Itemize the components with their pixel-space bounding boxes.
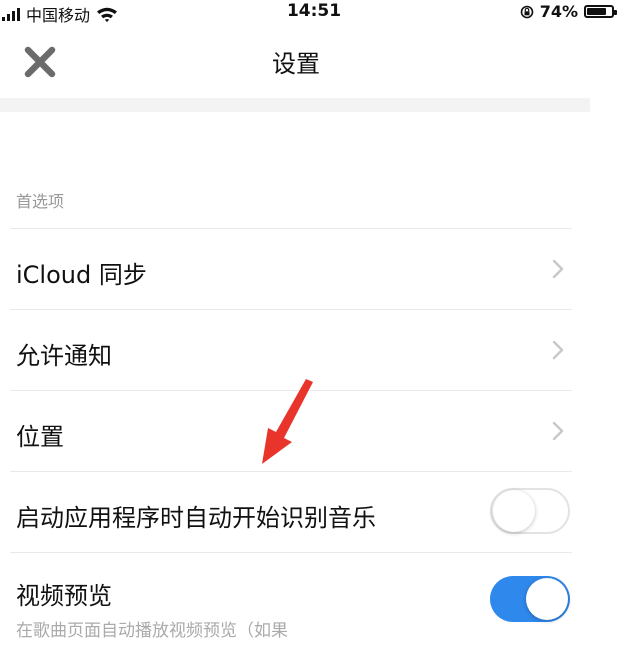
video-preview-toggle[interactable] xyxy=(490,576,570,622)
page-title: 设置 xyxy=(272,50,320,78)
status-right: 74% xyxy=(520,2,617,21)
row-subtitle: 在歌曲页面自动播放视频预览（如果 xyxy=(16,621,288,641)
chevron-right-icon xyxy=(552,259,564,279)
row-separator xyxy=(10,471,572,472)
settings-screen: 中国移动 14:51 74% 设置 首选项 iCloud 同步 允许通知 位置 … xyxy=(0,0,628,650)
rotation-lock-icon xyxy=(520,5,534,18)
toggle-knob xyxy=(526,578,568,620)
battery-fill xyxy=(587,8,607,15)
toggle-knob xyxy=(493,490,535,532)
row-auto-recognize: 启动应用程序时自动开始识别音乐 xyxy=(0,471,590,551)
row-allow-notifications[interactable]: 允许通知 xyxy=(0,309,590,389)
row-label: iCloud 同步 xyxy=(16,261,147,289)
chevron-right-icon xyxy=(552,340,564,360)
battery-icon xyxy=(584,5,617,18)
row-video-preview: 视频预览 在歌曲页面自动播放视频预览（如果 xyxy=(0,552,590,650)
row-label: 视频预览 xyxy=(16,582,112,610)
row-label: 位置 xyxy=(16,423,64,451)
auto-recognize-toggle[interactable] xyxy=(490,488,570,534)
row-separator xyxy=(10,552,572,553)
row-icloud-sync[interactable]: iCloud 同步 xyxy=(0,228,590,308)
nav-bar: 设置 xyxy=(0,26,628,98)
row-separator xyxy=(10,228,572,229)
status-bar: 中国移动 14:51 74% xyxy=(0,0,628,26)
header-divider xyxy=(0,98,590,112)
row-label: 启动应用程序时自动开始识别音乐 xyxy=(16,504,376,532)
battery-percent: 74% xyxy=(539,2,578,21)
chevron-right-icon xyxy=(552,421,564,441)
annotation-arrow-icon xyxy=(262,379,313,464)
row-separator xyxy=(10,309,572,310)
section-header-preferences: 首选项 xyxy=(16,192,65,211)
row-label: 允许通知 xyxy=(16,342,112,370)
